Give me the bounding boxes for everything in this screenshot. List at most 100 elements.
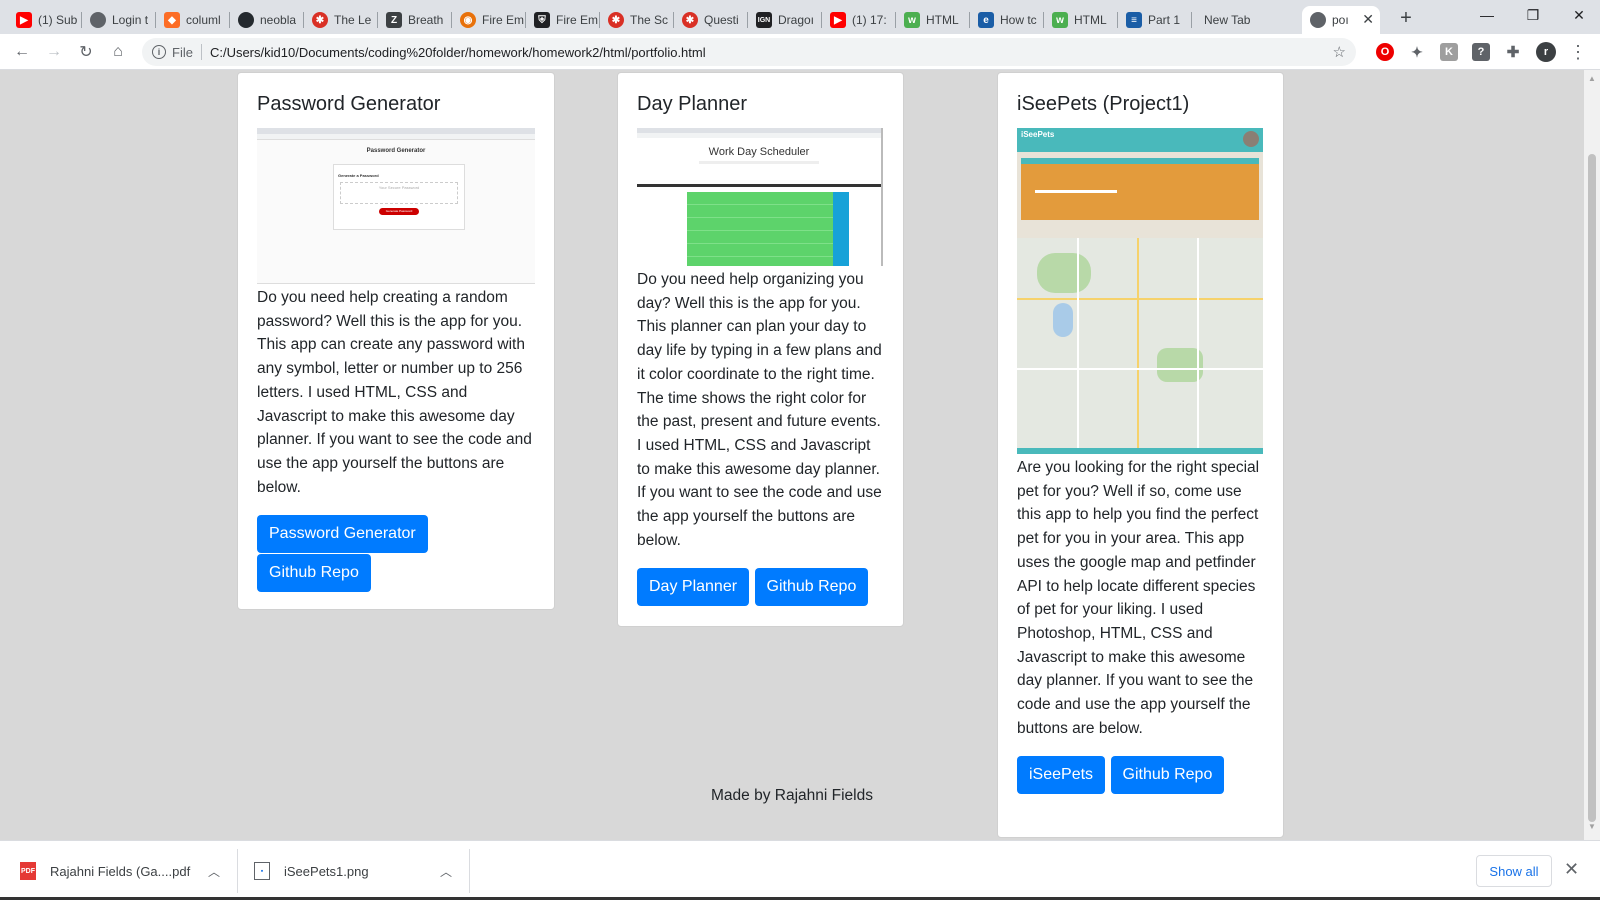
password-generator-button[interactable]: Password Generator [257,515,428,554]
w3schools-icon: w [904,12,920,28]
tab-strip: ▶ (1) Sub Login t ◆ columl neobla ✱ The … [0,0,1600,34]
tab-title: Part 1 [1148,13,1181,27]
browser-tab[interactable]: ◉ Fire Em [452,6,526,34]
profile-avatar[interactable]: r [1536,42,1556,62]
ign-icon: IGN [756,12,772,28]
address-bar[interactable]: i File C:/Users/kid10/Documents/coding%2… [142,38,1356,66]
browser-tab[interactable]: New Tab [1192,6,1266,34]
scroll-up-arrow-icon[interactable]: ▲ [1588,74,1596,83]
browser-tab[interactable]: Login t [82,6,156,34]
browser-tab[interactable]: ✱ Questi [674,6,748,34]
password-generator-screenshot: Password Generator Generate a Password Y… [257,128,535,284]
profile-initial: r [1543,46,1549,58]
puzzle-extensions-icon[interactable]: ✚ [1504,43,1522,61]
tab-title: neobla [260,13,297,27]
menu-kebab-icon[interactable]: ⋮ [1566,40,1590,64]
tab-title: (1) Sub [38,13,78,27]
tab-title: The Sc [630,13,669,27]
project-card-password-generator: Password Generator Password Generator Ge… [237,72,555,610]
minimize-button[interactable]: — [1464,0,1510,30]
day-planner-button[interactable]: Day Planner [637,568,750,607]
e-icon: e [978,12,994,28]
github-repo-button[interactable]: Github Repo [754,568,869,607]
browser-tab[interactable]: ⛨ Fire Em [526,6,600,34]
forward-arrow-icon[interactable]: → [42,40,66,64]
project-card-iseepets: iSeePets (Project1) iSeePets Are you loo… [997,72,1284,838]
browser-tab[interactable]: IGN Dragoı [748,6,822,34]
bookmark-star-icon[interactable]: ☆ [1333,43,1346,61]
preview-box-title: Generate a Password [338,173,379,178]
download-file-name: iSeePets1.png [284,863,369,879]
dropbox-extension-icon[interactable]: ✦ [1408,43,1426,61]
tab-title: Dragoı [778,13,815,27]
download-item[interactable]: ▪ iSeePets1.png ︿ [254,841,454,900]
tab-title: poı [1332,13,1349,27]
browser-tab[interactable]: neobla [230,6,304,34]
zd-icon: Z [386,12,402,28]
tab-title: Breath [408,13,444,27]
browser-tab[interactable]: w HTML [896,6,970,34]
browser-tab[interactable]: ✱ The Le [304,6,378,34]
browser-tab[interactable]: ▶ (1) 17: [822,6,896,34]
downloads-bar: PDF Rajahni Fields (Ga....pdf ︿ ▪ iSeePe… [0,840,1600,900]
pdf-file-icon: PDF [20,862,36,880]
day-planner-screenshot: Work Day Scheduler [637,128,883,266]
tab-title: Fire Em [556,13,598,27]
back-arrow-icon[interactable]: ← [10,40,34,64]
show-all-downloads-button[interactable]: Show all [1476,855,1552,887]
new-tab-button[interactable]: + [1392,6,1420,30]
preview-placeholder: Your Secure Password [340,182,458,204]
tab-title: columl [186,13,221,27]
github-repo-button[interactable]: Github Repo [257,554,371,593]
browser-tab-active[interactable]: poı ✕ [1302,6,1380,34]
scroll-down-arrow-icon[interactable]: ▼ [1588,822,1596,831]
download-file-name: Rajahni Fields (Ga....pdf [50,863,191,879]
browser-tab[interactable]: e How tc [970,6,1044,34]
browser-tab[interactable]: ▶ (1) Sub [8,6,82,34]
restore-button[interactable]: ❐ [1510,0,1556,30]
browser-tab[interactable]: Z Breath [378,6,452,34]
chevron-up-icon[interactable]: ︿ [440,863,452,880]
browser-tab[interactable]: ◆ columl [156,6,230,34]
card-description: Are you looking for the right special pe… [1017,459,1260,737]
project-card-day-planner: Day Planner Work Day Scheduler Do you ne… [617,72,904,627]
gitlab-icon: ◆ [164,12,180,28]
close-downloads-icon[interactable]: ✕ [1564,859,1579,880]
globe-icon [1310,12,1326,28]
browser-tab[interactable]: w HTML [1044,6,1118,34]
url-scheme: File [172,44,193,60]
close-tab-icon[interactable]: ✕ [1362,11,1374,28]
w3schools-icon: w [1052,12,1068,28]
red-gear-icon: ✱ [682,12,698,28]
help-extension-icon[interactable]: ? [1472,43,1490,61]
info-icon[interactable]: i [152,45,166,59]
browser-tab[interactable]: ✱ The Sc [600,6,674,34]
close-window-button[interactable]: ✕ [1556,0,1600,30]
image-file-icon: ▪ [254,862,270,880]
tab-title: New Tab [1204,13,1251,27]
fire-emblem-icon: ◉ [460,12,476,28]
iseepets-screenshot: iSeePets [1017,128,1263,454]
k-extension-icon[interactable]: K [1440,43,1458,61]
url-text[interactable]: C:/Users/kid10/Documents/coding%20folder… [210,45,706,60]
scrollbar-thumb[interactable] [1588,154,1596,822]
download-item[interactable]: PDF Rajahni Fields (Ga....pdf ︿ [20,841,220,900]
browser-toolbar: ← → ↻ ⌂ i File C:/Users/kid10/Documents/… [0,34,1600,70]
doc-icon: ≡ [1126,12,1142,28]
home-icon[interactable]: ⌂ [106,40,130,64]
vertical-scrollbar[interactable]: ▲ ▼ [1584,70,1600,840]
card-title: Day Planner [637,93,748,115]
tab-title: Login t [112,13,149,27]
card-description: Do you need help organizing you day? Wel… [637,271,882,549]
card-title: Password Generator [257,93,441,115]
preview-heading: Password Generator [366,148,426,154]
browser-tab[interactable]: ≡ Part 1 [1118,6,1192,34]
card-description: Do you need help creating a random passw… [257,289,532,496]
tab-title: HTML [1074,13,1107,27]
opera-extension-icon[interactable]: O [1376,43,1394,61]
chevron-up-icon[interactable]: ︿ [208,863,220,880]
globe-icon [90,12,106,28]
preview-heading: iSeePets [1017,128,1263,152]
youtube-icon: ▶ [16,12,32,28]
reload-icon[interactable]: ↻ [74,40,98,64]
